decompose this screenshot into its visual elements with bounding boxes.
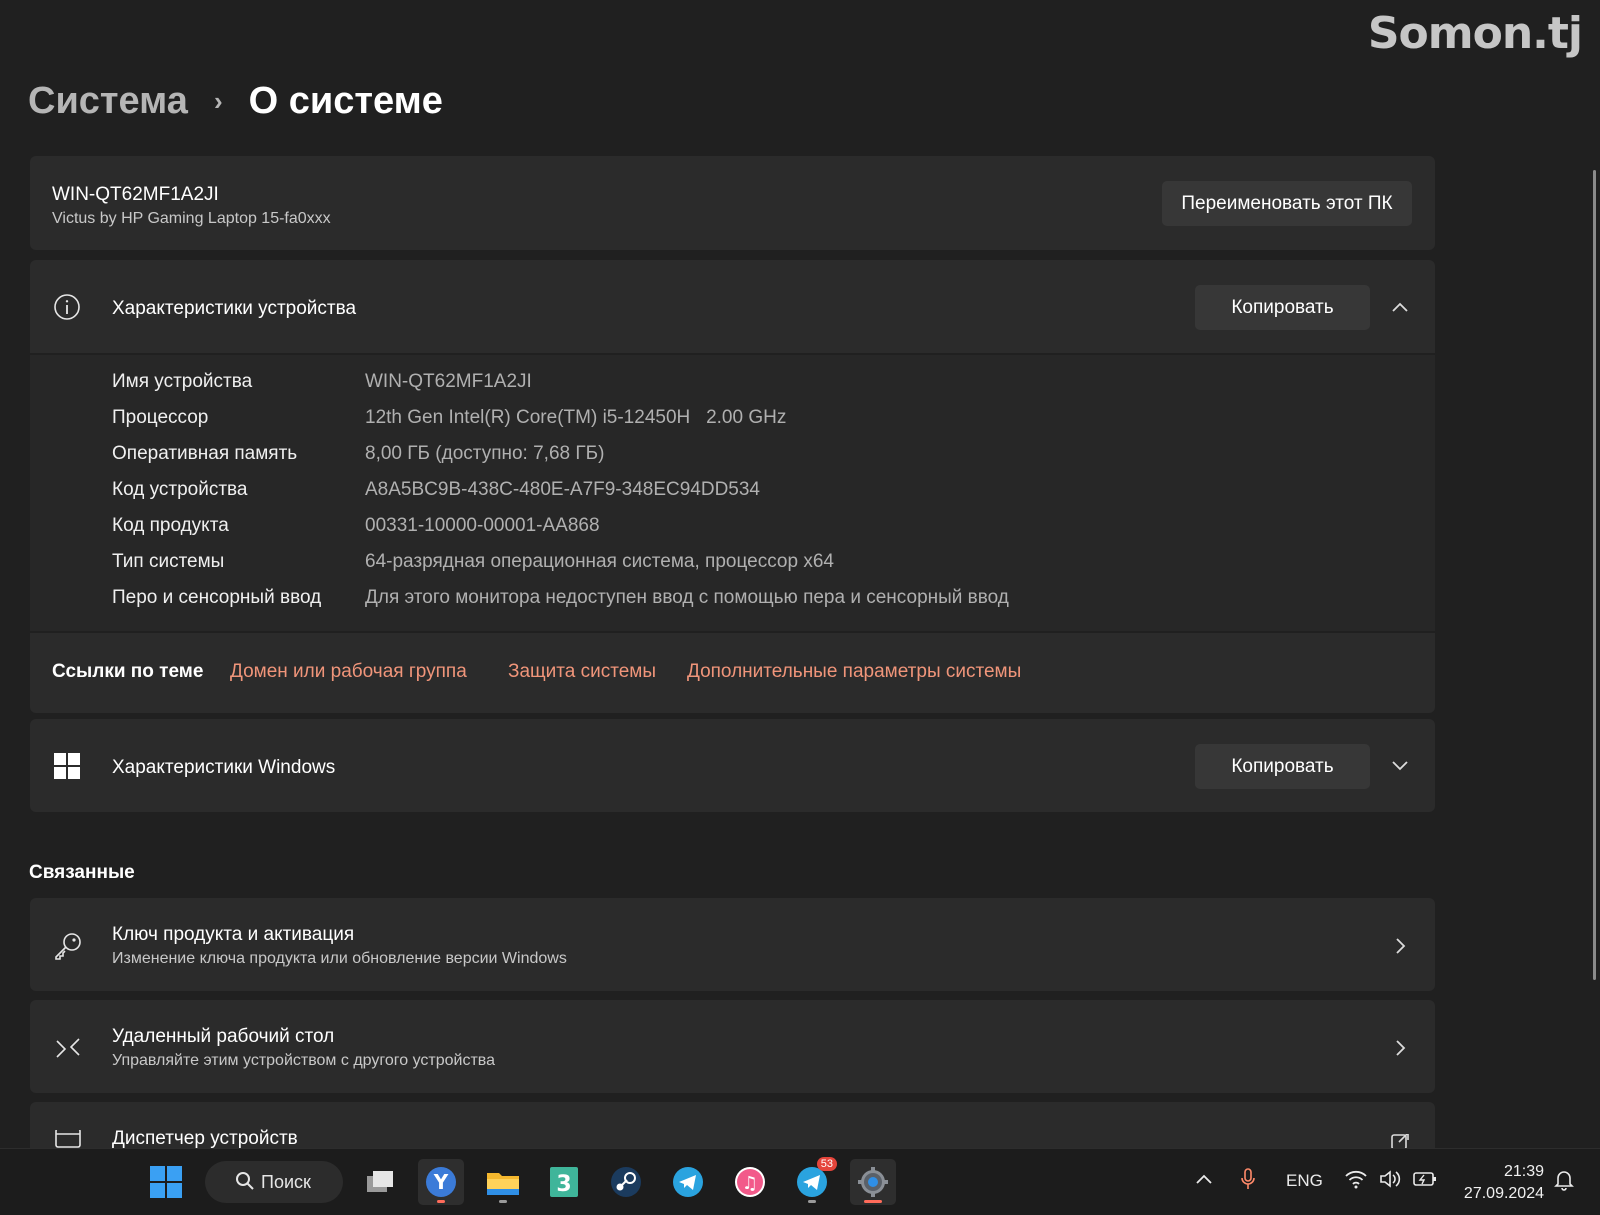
taskbar-search-button[interactable]: Поиск: [205, 1161, 343, 1203]
steam-icon[interactable]: [603, 1159, 649, 1205]
spec-label: Код продукта: [112, 515, 229, 536]
chevron-right-icon: [1385, 931, 1415, 961]
spec-value: Для этого монитора недоступен ввод с пом…: [365, 587, 1009, 608]
device-specs-header[interactable]: Характеристики устройства Копировать: [30, 260, 1435, 353]
settings-app-icon[interactable]: [850, 1159, 896, 1205]
windows-specs-title: Характеристики Windows: [112, 757, 336, 778]
link-domain-workgroup[interactable]: Домен или рабочая группа: [230, 661, 467, 683]
running-indicator: [499, 1200, 507, 1203]
scrollbar[interactable]: [1593, 170, 1596, 980]
watermark: Somon.tj: [1367, 8, 1583, 59]
spec-value: 64-разрядная операционная система, проце…: [365, 551, 834, 572]
related-item-title: Ключ продукта и активация: [112, 924, 355, 945]
related-links: Ссылки по теме Домен или рабочая группа …: [30, 633, 1435, 713]
svg-text:Y: Y: [433, 1170, 449, 1194]
spec-value: 12th Gen Intel(R) Core(TM) i5-12450H 2.0…: [365, 407, 787, 428]
device-specs-title: Характеристики устройства: [112, 298, 357, 319]
telegram-notifications-icon[interactable]: 53: [789, 1157, 837, 1205]
spec-value: 8,00 ГБ (доступно: 7,68 ГБ): [365, 443, 605, 464]
external-link-icon: [1385, 1134, 1415, 1148]
related-item-device-manager[interactable]: Диспетчер устройств: [30, 1102, 1435, 1148]
file-explorer-icon[interactable]: [480, 1159, 526, 1205]
device-specs-list: Имя устройства WIN-QT62MF1A2JI Процессор…: [30, 355, 1435, 631]
breadcrumb-separator-icon: ›: [213, 86, 223, 116]
page-title: О системе: [248, 80, 443, 122]
spec-label: Оперативная память: [112, 443, 298, 464]
breadcrumb-parent[interactable]: Система: [28, 80, 188, 123]
clock-time: 21:39: [1503, 1163, 1544, 1180]
start-button[interactable]: [143, 1159, 189, 1205]
windows-start-icon: [150, 1166, 182, 1198]
clock-date: 27.09.2024: [1463, 1185, 1544, 1202]
tray-overflow-icon[interactable]: [1195, 1171, 1213, 1191]
chevron-down-icon[interactable]: [1385, 751, 1415, 781]
task-view-icon[interactable]: [357, 1159, 403, 1205]
device-card: WIN-QT62MF1A2JI Victus by HP Gaming Lapt…: [30, 156, 1435, 250]
battery-charging-icon[interactable]: [1412, 1169, 1438, 1194]
clock[interactable]: 21:39 27.09.2024: [1464, 1161, 1544, 1205]
microphone-icon[interactable]: [1240, 1167, 1256, 1196]
telegram-icon[interactable]: [665, 1159, 711, 1205]
search-label: Поиск: [261, 1171, 311, 1192]
related-item-title: Диспетчер устройств: [112, 1128, 298, 1148]
running-indicator: [437, 1200, 445, 1203]
related-item-title: Удаленный рабочий стол: [112, 1026, 335, 1047]
related-item-subtitle: Изменение ключа продукта или обновление …: [112, 950, 567, 967]
yandex-browser-icon[interactable]: Y: [418, 1159, 464, 1205]
language-indicator[interactable]: ENG: [1286, 1171, 1323, 1191]
link-advanced-system-settings[interactable]: Дополнительные параметры системы: [687, 661, 1021, 683]
spec-label: Код устройства: [112, 479, 248, 500]
svg-text:3: 3: [556, 1172, 571, 1197]
info-icon: [52, 292, 82, 322]
3d-app-icon[interactable]: 3: [541, 1159, 587, 1205]
spec-value: WIN-QT62MF1A2JI: [365, 371, 532, 392]
device-manager-icon: [52, 1130, 84, 1148]
remote-desktop-icon: [52, 1032, 84, 1064]
running-indicator: [808, 1200, 816, 1203]
chevron-right-icon: [1385, 1033, 1415, 1063]
related-item-remote-desktop[interactable]: Удаленный рабочий стол Управляйте этим у…: [30, 1000, 1435, 1093]
breadcrumb: Система › О системе: [28, 80, 443, 123]
rename-pc-button[interactable]: Переименовать этот ПК: [1162, 181, 1412, 226]
key-icon: [52, 930, 84, 962]
copy-device-specs-button[interactable]: Копировать: [1195, 285, 1370, 330]
music-app-icon[interactable]: ♫: [727, 1159, 773, 1205]
spec-label: Перо и сенсорный ввод: [112, 587, 322, 608]
spec-label: Процессор: [112, 407, 209, 428]
search-icon: [235, 1171, 255, 1196]
notification-badge: 53: [816, 1157, 837, 1171]
copy-windows-specs-button[interactable]: Копировать: [1195, 744, 1370, 789]
spec-label: Имя устройства: [112, 371, 253, 392]
related-item-subtitle: Управляйте этим устройством с другого ус…: [112, 1052, 496, 1069]
device-model: Victus by HP Gaming Laptop 15-fa0xxx: [52, 210, 331, 227]
device-name: WIN-QT62MF1A2JI: [52, 184, 219, 205]
active-indicator: [864, 1200, 882, 1203]
related-item-product-key[interactable]: Ключ продукта и активация Изменение ключ…: [30, 898, 1435, 991]
taskbar: Поиск Y 3 ♫ 53 ENG 21:39 27.09.2024: [0, 1148, 1600, 1215]
link-system-protection[interactable]: Защита системы: [508, 661, 656, 683]
spec-value: A8A5BC9B-438C-480E-A7F9-348EC94DD534: [365, 479, 761, 500]
wifi-icon[interactable]: [1344, 1168, 1368, 1195]
notifications-icon[interactable]: [1553, 1168, 1575, 1197]
windows-logo-icon: [52, 751, 82, 781]
windows-specs-header[interactable]: Характеристики Windows Копировать: [30, 719, 1435, 812]
related-links-label: Ссылки по теме: [52, 661, 204, 682]
spec-label: Тип системы: [112, 551, 225, 572]
chevron-up-icon[interactable]: [1385, 292, 1415, 322]
spec-value: 00331-10000-00001-AA868: [365, 515, 600, 536]
svg-text:♫: ♫: [742, 1173, 758, 1194]
related-section-title: Связанные: [29, 862, 135, 883]
settings-window: Somon.tj Система › О системе WIN-QT62MF1…: [0, 0, 1600, 1215]
volume-icon[interactable]: [1378, 1168, 1402, 1195]
